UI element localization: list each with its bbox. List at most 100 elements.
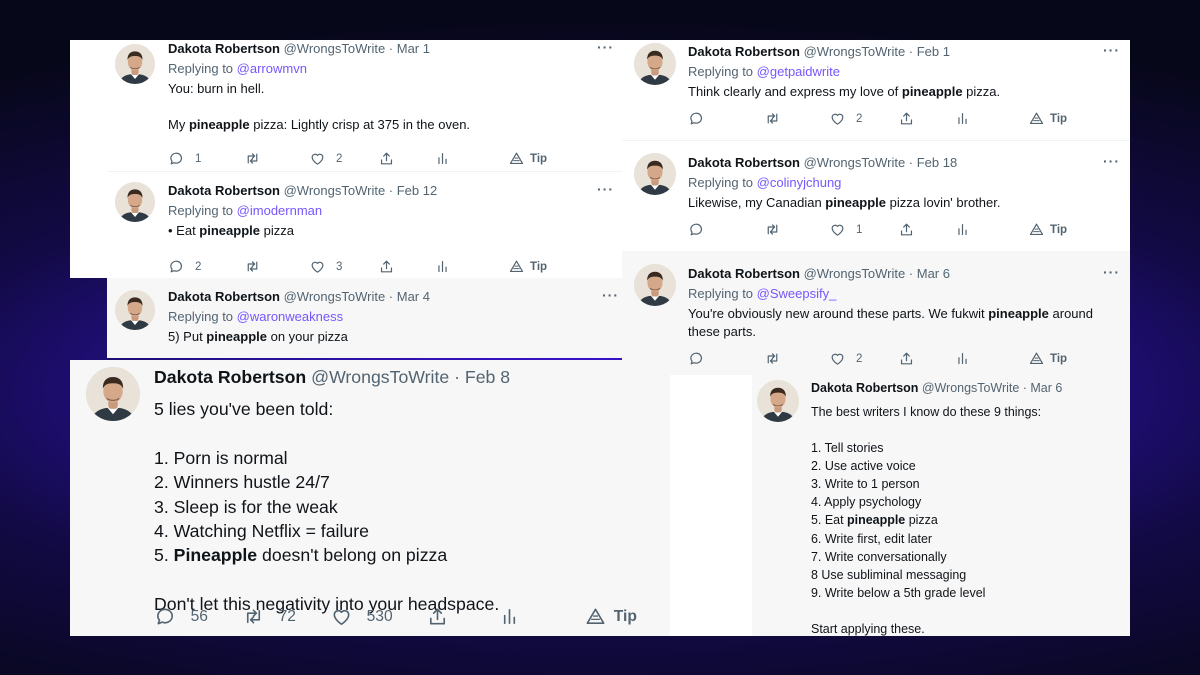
retweet-icon [242, 605, 265, 628]
tweet-line: 2. Use active voice [811, 457, 1122, 475]
retweet-icon [764, 350, 781, 367]
author-handle[interactable]: @WrongsToWrite [804, 266, 906, 281]
tweet-line: 5. Eat pineapple pizza [811, 511, 1122, 529]
author-handle[interactable]: @WrongsToWrite [311, 367, 449, 387]
like-icon [309, 258, 326, 275]
author-name[interactable]: Dakota Robertson [811, 381, 918, 395]
likes-count: 3 [336, 260, 343, 273]
author-handle[interactable]: @WrongsToWrite [284, 289, 386, 304]
share-icon [898, 350, 915, 367]
tweet-actions: 2 3 Tip [70, 258, 622, 278]
tip-label: Tip [613, 607, 637, 625]
tip-button[interactable]: Tip [508, 258, 547, 275]
replying-to-label: Replying to [168, 203, 234, 218]
author-name[interactable]: Dakota Robertson [154, 367, 306, 387]
screenshot-left-middle: Dakota Robertson @WrongsToWrite · Mar 4 ·… [107, 278, 622, 358]
tweet-card[interactable]: Dakota Robertson @WrongsToWrite · Feb 8 5… [70, 360, 670, 636]
avatar[interactable] [115, 290, 155, 330]
more-options-icon[interactable]: ··· [597, 181, 614, 197]
retweets-count: 72 [278, 607, 296, 625]
retweet-button[interactable] [764, 350, 791, 367]
tip-label: Tip [1050, 352, 1068, 365]
like-button[interactable]: 530 [330, 605, 393, 628]
tweet-date[interactable]: · Mar 6 [1023, 381, 1063, 395]
tweet-line: 7. Write conversationally [811, 548, 1122, 566]
share-icon [378, 258, 395, 275]
replying-to: Replying to @Sweepsify_ [688, 285, 836, 303]
like-button[interactable]: 3 [309, 258, 342, 275]
tweet-card[interactable]: Dakota Robertson @WrongsToWrite · Mar 6 T… [752, 375, 1130, 636]
reply-button[interactable] [688, 350, 715, 367]
reply-handle-link[interactable]: @waronweakness [237, 309, 343, 324]
analytics-button[interactable] [954, 350, 971, 367]
tweet-text: The best writers I know do these 9 thing… [811, 403, 1122, 636]
avatar[interactable] [634, 264, 676, 306]
analytics-icon [434, 258, 451, 275]
text-segment: The best writers I know do these 9 thing… [811, 405, 1042, 420]
tweet-header: Dakota Robertson @WrongsToWrite · Feb 8 [154, 365, 510, 389]
more-options-icon[interactable]: ··· [602, 287, 619, 303]
analytics-icon [954, 350, 971, 367]
share-button[interactable] [378, 258, 395, 275]
text-segment: 5. [154, 545, 174, 566]
text-segment: 1. Tell stories [811, 440, 884, 455]
text-segment: doesn't belong on pizza [257, 545, 448, 566]
like-button[interactable]: 2 [829, 350, 862, 367]
tweet-text: 5 lies you've been told: 1. Porn is norma… [154, 398, 662, 618]
reply-icon [154, 605, 177, 628]
tweet-card[interactable]: Dakota Robertson @WrongsToWrite · Mar 4 ·… [107, 278, 622, 358]
tweet-line [154, 569, 662, 593]
text-segment: 8 Use subliminal messaging [811, 567, 967, 582]
reply-button[interactable]: 2 [168, 258, 201, 275]
avatar[interactable] [115, 182, 155, 222]
tweet-header: Dakota Robertson @WrongsToWrite · Mar 6 [811, 380, 1062, 397]
tweet-header: Dakota Robertson @WrongsToWrite · Feb 12 [168, 182, 437, 200]
tip-label: Tip [530, 260, 548, 273]
avatar[interactable] [86, 367, 140, 421]
tweet-card[interactable]: Dakota Robertson @WrongsToWrite · Mar 6 ·… [622, 40, 1130, 375]
more-options-icon[interactable]: ··· [1103, 264, 1120, 280]
share-button[interactable] [426, 605, 449, 628]
reply-icon [168, 258, 185, 275]
tweet-line [154, 422, 662, 446]
likes-count: 530 [366, 607, 393, 625]
tweet-header: Dakota Robertson @WrongsToWrite · Mar 6 [688, 265, 950, 283]
tweet-line: The best writers I know do these 9 thing… [811, 403, 1122, 421]
tweet-line [811, 602, 1122, 619]
tweet-line: 4. Watching Netflix = failure [154, 520, 662, 544]
tweet-date[interactable]: · Mar 4 [389, 289, 430, 304]
author-handle[interactable]: @WrongsToWrite [922, 381, 1019, 395]
author-name[interactable]: Dakota Robertson [168, 289, 280, 304]
retweet-button[interactable]: 72 [242, 605, 296, 628]
reply-button[interactable]: 56 [154, 605, 208, 628]
analytics-button[interactable] [498, 605, 521, 628]
tweet-header: Dakota Robertson @WrongsToWrite · Mar 4 [168, 288, 430, 306]
tweet-date[interactable]: · Mar 6 [909, 266, 950, 281]
tweet-card[interactable]: Dakota Robertson @WrongsToWrite · Feb 12… [70, 40, 622, 278]
tweet-line: 1. Tell stories [811, 439, 1122, 457]
analytics-button[interactable] [434, 258, 451, 275]
text-segment: You're obviously new around these parts.… [688, 306, 989, 321]
tweet-line: 3. Sleep is for the weak [154, 496, 662, 520]
blank-area [670, 375, 752, 636]
tweet-text: 5) Put pineapple on your pizza [168, 328, 614, 346]
text-segment: Start applying these. [811, 621, 925, 636]
author-name[interactable]: Dakota Robertson [688, 266, 800, 281]
text-segment: 5. Eat [811, 513, 848, 528]
reply-handle-link[interactable]: @imodernman [237, 203, 322, 218]
screenshot-right-top: Dakota Robertson @WrongsToWrite · Feb 1 ·… [622, 40, 1130, 375]
author-name[interactable]: Dakota Robertson [168, 183, 280, 198]
tweet-line: 5) Put pineapple on your pizza [168, 328, 614, 346]
tweet-date[interactable]: · Feb 12 [389, 183, 437, 198]
tip-button[interactable]: Tip [1028, 350, 1067, 367]
retweet-button[interactable] [244, 258, 271, 275]
author-handle[interactable]: @WrongsToWrite [284, 183, 386, 198]
text-segment: 4. Apply psychology [811, 495, 922, 510]
avatar[interactable] [757, 380, 799, 422]
tip-button[interactable]: Tip [584, 605, 637, 628]
analytics-icon [498, 605, 521, 628]
reply-handle-link[interactable]: @Sweepsify_ [757, 286, 837, 301]
text-segment: 6. Write first, edit later [811, 531, 933, 546]
share-button[interactable] [898, 350, 915, 367]
tweet-date[interactable]: · Feb 8 [454, 367, 510, 387]
